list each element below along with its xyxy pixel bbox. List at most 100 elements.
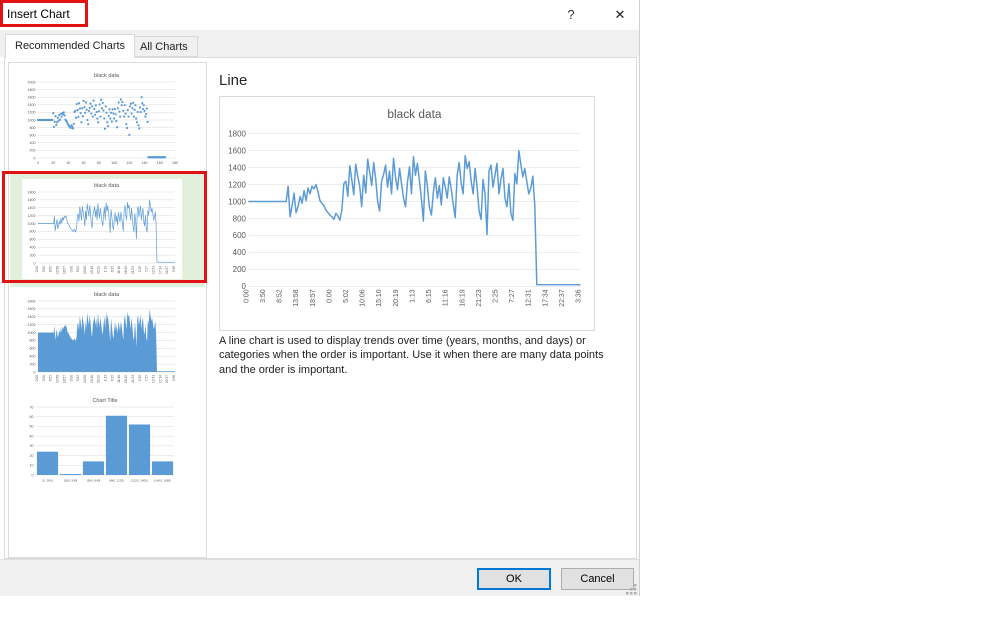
thumbnail-item-area[interactable]: black data020040060080010001200140016001… [10, 284, 205, 394]
tab-all-charts[interactable]: All Charts [130, 36, 198, 57]
svg-text:16:19: 16:19 [459, 289, 466, 307]
thumbnail-chart-area: black data020040060080010001200140016001… [22, 288, 182, 388]
svg-text:800: 800 [30, 126, 36, 130]
thumbnail-item-line-selected[interactable]: black data020040060080010001200140016001… [10, 174, 205, 287]
help-icon[interactable]: ? [558, 3, 584, 27]
insert-chart-dialog: Insert Chart ? ✕ Recommended Charts All … [0, 0, 640, 596]
svg-text:20:19: 20:19 [393, 289, 400, 307]
svg-text:3:50: 3:50 [42, 266, 46, 272]
svg-text:1:13: 1:13 [104, 375, 108, 381]
svg-text:70: 70 [30, 405, 34, 409]
svg-text:180: 180 [172, 161, 178, 165]
svg-text:100: 100 [111, 161, 117, 165]
svg-text:12:31: 12:31 [151, 266, 155, 274]
svg-text:13:58: 13:58 [56, 375, 60, 383]
svg-text:40: 40 [66, 161, 70, 165]
svg-text:1:13: 1:13 [104, 266, 108, 272]
resize-grip[interactable] [624, 582, 638, 596]
svg-text:6:15: 6:15 [426, 289, 433, 303]
svg-text:(1400, 1680]: (1400, 1680] [154, 479, 171, 483]
svg-text:12:31: 12:31 [151, 375, 155, 383]
svg-text:0: 0 [34, 156, 36, 160]
svg-text:1200: 1200 [228, 180, 246, 189]
svg-text:5:02: 5:02 [76, 375, 80, 381]
thumbnail-item-histogram[interactable]: Chart Title010203040506070[0, 280](280, … [10, 390, 205, 488]
svg-text:10:06: 10:06 [83, 266, 87, 274]
svg-text:1200: 1200 [28, 323, 36, 327]
dialog-footer: OK Cancel [0, 559, 639, 596]
svg-text:7:27: 7:27 [145, 266, 149, 272]
svg-text:22:37: 22:37 [559, 289, 566, 307]
preview-chart-line: black data020040060080010001200140016001… [220, 97, 594, 330]
svg-text:5:02: 5:02 [76, 266, 80, 272]
svg-text:(1120, 1400]: (1120, 1400] [131, 479, 148, 483]
svg-text:30: 30 [30, 444, 34, 448]
svg-text:10: 10 [30, 464, 34, 468]
svg-text:0:00: 0:00 [35, 375, 39, 381]
tab-recommended-charts[interactable]: Recommended Charts [5, 34, 135, 58]
svg-text:1600: 1600 [28, 307, 36, 311]
svg-text:1:13: 1:13 [409, 289, 416, 303]
svg-text:160: 160 [157, 161, 163, 165]
svg-text:(280, 560]: (280, 560] [64, 479, 78, 483]
svg-text:3:50: 3:50 [42, 375, 46, 381]
svg-text:200: 200 [30, 362, 36, 366]
close-icon[interactable]: ✕ [604, 3, 636, 27]
svg-text:20: 20 [51, 161, 55, 165]
ok-button[interactable]: OK [477, 568, 551, 590]
svg-text:400: 400 [30, 141, 36, 145]
thumbnail-chart-line: black data020040060080010001200140016001… [22, 179, 182, 279]
svg-text:800: 800 [30, 339, 36, 343]
svg-text:(840, 1120]: (840, 1120] [109, 479, 124, 483]
svg-text:12:31: 12:31 [526, 289, 533, 307]
svg-text:0:00: 0:00 [326, 289, 333, 303]
svg-text:7:27: 7:27 [145, 375, 149, 381]
svg-text:Chart Title: Chart Title [92, 398, 117, 404]
svg-text:800: 800 [233, 214, 247, 223]
svg-text:[0, 280]: [0, 280] [42, 479, 52, 483]
thumbnail-item-scatter[interactable]: black data020040060080010001200140016001… [10, 65, 205, 177]
chart-preview: black data020040060080010001200140016001… [219, 96, 595, 331]
svg-text:8:52: 8:52 [49, 375, 53, 381]
svg-text:15:10: 15:10 [90, 266, 94, 274]
svg-text:1000: 1000 [28, 331, 36, 335]
svg-text:0: 0 [34, 370, 36, 374]
svg-text:17:34: 17:34 [158, 375, 162, 383]
svg-text:8:52: 8:52 [49, 266, 53, 272]
svg-text:120: 120 [126, 161, 132, 165]
svg-text:(560, 840]: (560, 840] [87, 479, 101, 483]
svg-text:0: 0 [32, 473, 34, 477]
svg-text:3:36: 3:36 [172, 266, 176, 272]
svg-text:800: 800 [30, 230, 36, 234]
svg-text:1400: 1400 [28, 315, 36, 319]
svg-text:1600: 1600 [28, 198, 36, 202]
chart-description: A line chart is used to display trends o… [219, 334, 619, 377]
svg-text:600: 600 [30, 347, 36, 351]
svg-text:13:58: 13:58 [293, 289, 300, 307]
svg-text:2000: 2000 [28, 80, 36, 84]
svg-text:1600: 1600 [28, 95, 36, 99]
svg-text:17:34: 17:34 [542, 289, 549, 307]
svg-text:16:19: 16:19 [124, 375, 128, 383]
svg-text:1800: 1800 [228, 129, 246, 138]
svg-text:600: 600 [30, 133, 36, 137]
svg-text:1400: 1400 [228, 163, 246, 172]
svg-text:0:00: 0:00 [35, 266, 39, 272]
svg-text:200: 200 [30, 253, 36, 257]
svg-text:15:10: 15:10 [90, 375, 94, 383]
svg-text:21:23: 21:23 [131, 266, 135, 274]
svg-text:3:36: 3:36 [172, 375, 176, 381]
svg-text:400: 400 [30, 245, 36, 249]
svg-text:2:25: 2:25 [492, 289, 499, 303]
svg-text:200: 200 [30, 149, 36, 153]
svg-text:400: 400 [30, 354, 36, 358]
svg-text:10:06: 10:06 [83, 375, 87, 383]
thumbnail-chart-scatter: black data020040060080010001200140016001… [22, 69, 182, 169]
svg-text:6:15: 6:15 [110, 375, 114, 381]
svg-text:21:23: 21:23 [131, 375, 135, 383]
svg-text:140: 140 [142, 161, 148, 165]
svg-text:18:57: 18:57 [310, 289, 317, 307]
tab-strip: Recommended Charts All Charts [0, 30, 639, 57]
svg-text:1800: 1800 [28, 299, 36, 303]
svg-text:600: 600 [30, 238, 36, 242]
